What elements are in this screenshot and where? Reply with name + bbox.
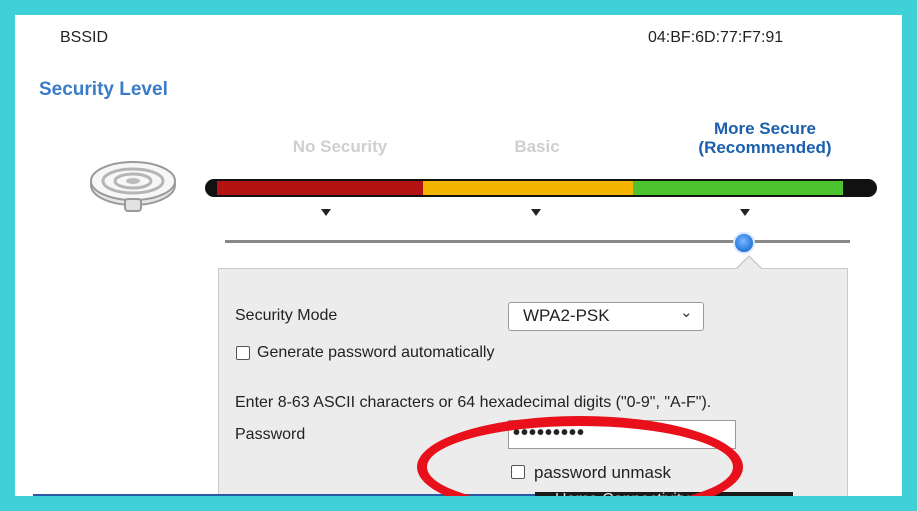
panel-pointer-fill (736, 257, 762, 270)
level-label-more-secure-line1: More Secure (713, 119, 817, 138)
bssid-label: BSSID (60, 29, 109, 46)
level-marker-more-secure (740, 209, 750, 216)
level-segment-basic (423, 181, 633, 195)
security-level-title: Security Level (39, 79, 168, 100)
level-segment-no-security (217, 181, 423, 195)
security-level-bar[interactable] (205, 179, 877, 197)
generate-password-label[interactable]: Generate password automatically (257, 344, 494, 362)
level-label-basic[interactable]: Basic (502, 137, 572, 157)
level-marker-no-security (321, 209, 331, 216)
security-mode-label: Security Mode (235, 307, 338, 324)
level-slider-track[interactable] (225, 240, 850, 243)
level-label-more-secure-line2: (Recommended) (698, 138, 832, 157)
chevron-down-icon[interactable]: ⌄ (680, 303, 693, 321)
level-label-no-security[interactable]: No Security (270, 137, 410, 157)
security-mode-value[interactable]: WPA2-PSK (523, 306, 610, 326)
level-segment-more-secure (633, 181, 843, 195)
level-label-more-secure[interactable]: More Secure (Recommended) (665, 119, 865, 157)
router-icon (90, 161, 176, 212)
level-marker-basic (531, 209, 541, 216)
level-slider-handle[interactable] (733, 232, 755, 254)
password-label: Password (235, 426, 306, 443)
bssid-value: 04:BF:6D:77:F7:91 (648, 29, 784, 46)
password-hint-text: Enter 8-63 ASCII characters or 64 hexade… (235, 394, 712, 411)
screenshot-frame: BSSID 04:BF:6D:77:F7:91 Security Level N… (0, 0, 917, 511)
generate-password-checkbox[interactable] (236, 346, 250, 360)
highlight-annotation (417, 416, 743, 496)
